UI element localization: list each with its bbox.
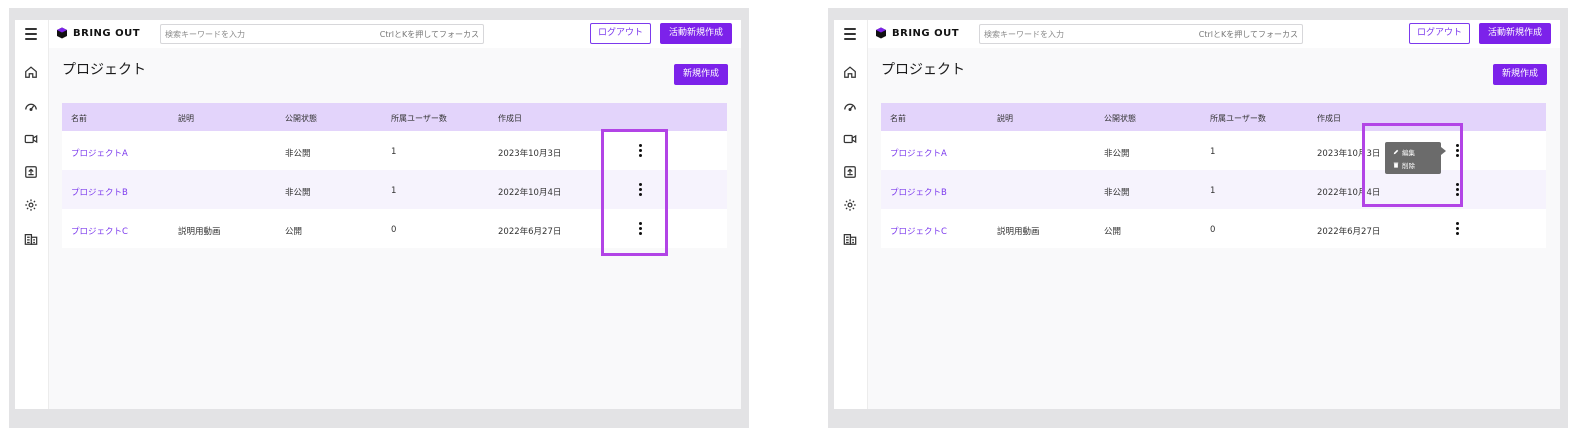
menu-popup-highlight	[1362, 123, 1463, 207]
app-logo[interactable]: BRING OUT	[56, 27, 140, 39]
app-window: BRING OUT CtrlとKを押してフォーカス ログアウト 活動新規作成 プ…	[834, 20, 1560, 409]
project-description: 説明用動画	[178, 227, 221, 237]
project-name-link[interactable]: プロジェクトC	[890, 225, 947, 237]
project-user-count: 0	[1210, 225, 1216, 235]
project-created-date: 2022年10月4日	[498, 188, 562, 198]
menu-icon[interactable]	[25, 28, 37, 40]
search-shortcut-hint: CtrlとKを押してフォーカス	[1198, 30, 1298, 39]
left-screenshot-frame: BRING OUT CtrlとKを押してフォーカス ログアウト 活動新規作成 プ…	[9, 8, 749, 428]
dashboard-icon[interactable]	[843, 99, 857, 113]
project-visibility: 公開	[285, 227, 303, 237]
page-title: プロジェクト	[881, 62, 965, 78]
project-user-count: 1	[1210, 147, 1216, 157]
logo-text: BRING OUT	[73, 27, 141, 39]
column-header-created: 作成日	[498, 114, 522, 123]
column-header-user-count: 所属ユーザー数	[391, 114, 447, 123]
top-bar: BRING OUT CtrlとKを押してフォーカス ログアウト 活動新規作成	[49, 20, 741, 48]
column-header-created: 作成日	[1317, 114, 1341, 123]
project-name-link[interactable]: プロジェクトB	[71, 186, 128, 198]
project-user-count: 1	[391, 147, 397, 157]
logout-button[interactable]: ログアウト	[590, 23, 652, 44]
project-visibility: 非公開	[285, 149, 311, 159]
search-input[interactable]	[984, 28, 1194, 40]
page-title: プロジェクト	[62, 62, 146, 78]
new-project-button[interactable]: 新規作成	[1492, 64, 1547, 85]
project-name-link[interactable]: プロジェクトA	[71, 147, 128, 159]
column-header-visibility: 公開状態	[1104, 114, 1136, 123]
home-icon[interactable]	[24, 65, 38, 79]
main-content: プロジェクト 新規作成 名前 説明 公開状態 所属ユーザー数 作成日 プロジェク…	[868, 48, 1560, 409]
project-description: 説明用動画	[997, 227, 1040, 237]
column-header-name: 名前	[890, 114, 906, 123]
column-header-description: 説明	[997, 114, 1013, 123]
right-screenshot-frame: BRING OUT CtrlとKを押してフォーカス ログアウト 活動新規作成 プ…	[828, 8, 1568, 428]
column-header-user-count: 所属ユーザー数	[1210, 114, 1266, 123]
app-window: BRING OUT CtrlとKを押してフォーカス ログアウト 活動新規作成 プ…	[15, 20, 741, 409]
project-visibility: 非公開	[285, 188, 311, 198]
upload-icon[interactable]	[843, 165, 857, 179]
top-bar: BRING OUT CtrlとKを押してフォーカス ログアウト 活動新規作成	[868, 20, 1560, 48]
search-shortcut-hint: CtrlとKを押してフォーカス	[379, 30, 479, 39]
create-activity-button[interactable]: 活動新規作成	[1479, 23, 1552, 44]
project-user-count: 0	[391, 225, 397, 235]
search-box[interactable]: CtrlとKを押してフォーカス	[160, 24, 484, 44]
app-logo[interactable]: BRING OUT	[875, 27, 959, 39]
sidebar	[834, 20, 868, 409]
video-icon[interactable]	[24, 132, 38, 146]
table-header: 名前 説明 公開状態 所属ユーザー数 作成日	[62, 103, 727, 131]
project-created-date: 2023年10月3日	[498, 149, 562, 159]
create-activity-button[interactable]: 活動新規作成	[660, 23, 733, 44]
project-name-link[interactable]: プロジェクトB	[890, 186, 947, 198]
project-created-date: 2022年6月27日	[498, 227, 562, 237]
more-options-icon[interactable]	[1452, 222, 1462, 236]
project-user-count: 1	[391, 186, 397, 196]
column-header-description: 説明	[178, 114, 194, 123]
dashboard-icon[interactable]	[24, 99, 38, 113]
upload-icon[interactable]	[24, 165, 38, 179]
column-header-name: 名前	[71, 114, 87, 123]
logout-button[interactable]: ログアウト	[1409, 23, 1471, 44]
search-input[interactable]	[165, 28, 375, 40]
table-row: プロジェクトC 説明用動画 公開 0 2022年6月27日	[881, 209, 1546, 248]
project-name-link[interactable]: プロジェクトC	[71, 225, 128, 237]
settings-icon[interactable]	[843, 198, 857, 212]
organization-icon[interactable]	[843, 232, 857, 246]
comparison-canvas: BRING OUT CtrlとKを押してフォーカス ログアウト 活動新規作成 プ…	[0, 0, 1586, 434]
logo-mark-icon	[876, 27, 886, 39]
settings-icon[interactable]	[24, 198, 38, 212]
project-created-date: 2022年6月27日	[1317, 227, 1381, 237]
kebab-column-highlight	[601, 129, 668, 256]
project-user-count: 1	[1210, 186, 1216, 196]
project-name-link[interactable]: プロジェクトA	[890, 147, 947, 159]
home-icon[interactable]	[843, 65, 857, 79]
main-content: プロジェクト 新規作成 名前 説明 公開状態 所属ユーザー数 作成日 プロジェク…	[49, 48, 741, 409]
sidebar	[15, 20, 49, 409]
logo-mark-icon	[57, 27, 67, 39]
logo-text: BRING OUT	[892, 27, 960, 39]
project-visibility: 公開	[1104, 227, 1122, 237]
menu-icon[interactable]	[844, 28, 856, 40]
organization-icon[interactable]	[24, 232, 38, 246]
project-visibility: 非公開	[1104, 149, 1130, 159]
column-header-visibility: 公開状態	[285, 114, 317, 123]
video-icon[interactable]	[843, 132, 857, 146]
search-box[interactable]: CtrlとKを押してフォーカス	[979, 24, 1303, 44]
new-project-button[interactable]: 新規作成	[673, 64, 728, 85]
project-visibility: 非公開	[1104, 188, 1130, 198]
